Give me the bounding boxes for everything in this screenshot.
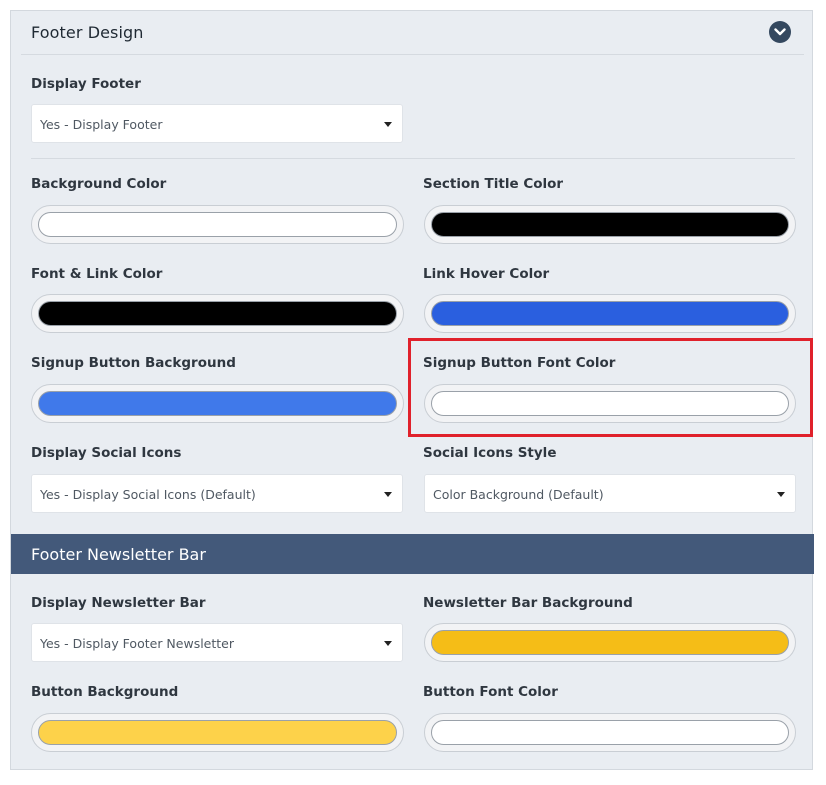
button-font-color-label: Button Font Color — [423, 684, 558, 700]
signup-button-background-label: Signup Button Background — [31, 355, 236, 371]
font-link-color-label: Font & Link Color — [31, 266, 163, 282]
font-link-color-swatch — [38, 301, 397, 326]
chevron-down-icon — [774, 28, 786, 36]
button-background-swatch — [38, 720, 397, 745]
display-social-icons-label: Display Social Icons — [31, 445, 182, 461]
newsletter-bar-background-picker[interactable] — [424, 623, 796, 662]
link-hover-color-label: Link Hover Color — [423, 266, 550, 282]
caret-down-icon — [384, 641, 392, 646]
background-color-label: Background Color — [31, 176, 167, 192]
button-background-label: Button Background — [31, 684, 179, 700]
section-title-color-swatch — [431, 212, 789, 237]
newsletter-bar-section-header: Footer Newsletter Bar — [11, 534, 814, 574]
display-footer-label: Display Footer — [31, 76, 141, 92]
divider — [21, 54, 804, 55]
background-color-swatch — [38, 212, 397, 237]
link-hover-color-swatch — [431, 301, 789, 326]
font-link-color-picker[interactable] — [31, 294, 404, 333]
background-color-picker[interactable] — [31, 205, 404, 244]
section-title-footer-design: Footer Design — [31, 23, 144, 42]
button-background-picker[interactable] — [31, 713, 404, 752]
button-font-color-swatch — [431, 720, 789, 745]
section-title-color-label: Section Title Color — [423, 176, 564, 192]
display-newsletter-bar-select[interactable]: Yes - Display Footer Newsletter — [31, 623, 403, 662]
caret-down-icon — [384, 122, 392, 127]
display-newsletter-bar-label: Display Newsletter Bar — [31, 595, 206, 611]
display-newsletter-bar-value: Yes - Display Footer Newsletter — [40, 636, 235, 651]
caret-down-icon — [384, 492, 392, 497]
social-icons-style-label: Social Icons Style — [423, 445, 557, 461]
social-icons-style-value: Color Background (Default) — [433, 487, 604, 502]
signup-button-background-swatch — [38, 391, 397, 416]
section-title-newsletter-bar: Footer Newsletter Bar — [31, 545, 206, 564]
display-footer-select[interactable]: Yes - Display Footer — [31, 104, 403, 143]
button-font-color-picker[interactable] — [424, 713, 796, 752]
highlight-box — [408, 338, 813, 437]
newsletter-bar-background-swatch — [431, 630, 789, 655]
display-social-icons-select[interactable]: Yes - Display Social Icons (Default) — [31, 474, 403, 513]
section-title-color-picker[interactable] — [424, 205, 796, 244]
social-icons-style-select[interactable]: Color Background (Default) — [424, 474, 796, 513]
caret-down-icon — [777, 492, 785, 497]
link-hover-color-picker[interactable] — [424, 294, 796, 333]
collapse-toggle-button[interactable] — [769, 21, 791, 43]
display-social-icons-value: Yes - Display Social Icons (Default) — [40, 487, 256, 502]
display-footer-value: Yes - Display Footer — [40, 117, 163, 132]
newsletter-bar-background-label: Newsletter Bar Background — [423, 595, 633, 611]
divider — [31, 158, 795, 159]
signup-button-background-picker[interactable] — [31, 384, 404, 423]
